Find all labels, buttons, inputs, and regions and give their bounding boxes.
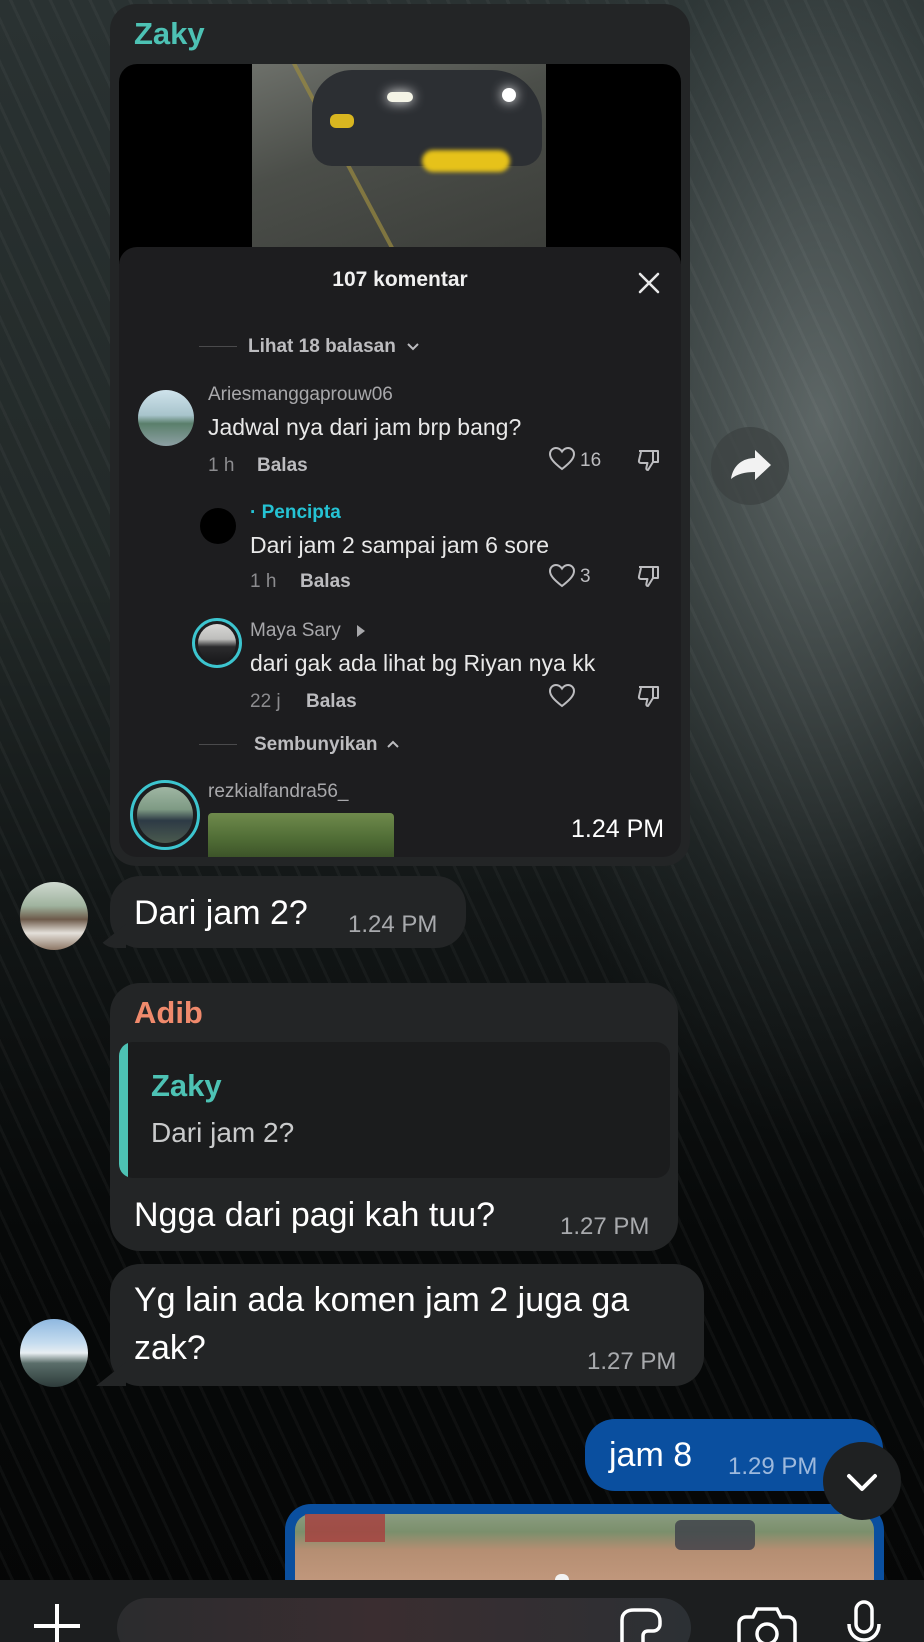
creator-label: · Pencipta (250, 502, 341, 523)
heart-icon[interactable] (548, 683, 576, 713)
quoted-sender: Zaky (151, 1068, 222, 1103)
sender-avatar[interactable] (20, 882, 88, 950)
chevron-down-icon (405, 338, 421, 359)
reply-button[interactable]: Balas (300, 571, 351, 593)
play-triangle-icon (356, 624, 366, 643)
commenter-avatar[interactable] (198, 624, 236, 662)
comment-image[interactable] (208, 813, 394, 857)
microphone-icon[interactable] (844, 1600, 884, 1642)
message-time: 1.27 PM (560, 1213, 650, 1240)
like-count: 3 (580, 566, 591, 587)
reply-button[interactable]: Balas (306, 691, 357, 713)
hide-replies-link[interactable]: Sembunyikan (254, 734, 378, 756)
heart-icon[interactable] (548, 446, 576, 476)
sender-name: Adib (134, 995, 203, 1030)
close-icon[interactable] (636, 270, 662, 296)
video-thumbnail (252, 64, 546, 264)
quoted-text: Dari jam 2? (151, 1117, 295, 1148)
heart-icon[interactable] (548, 563, 576, 593)
share-arrow-icon[interactable] (711, 427, 789, 505)
plus-icon[interactable] (30, 1604, 84, 1642)
video-preview[interactable] (119, 64, 681, 264)
quote-bar (119, 1042, 128, 1178)
comment-text: Jadwal nya dari jam brp bang? (208, 414, 522, 440)
chevron-down-icon[interactable] (823, 1442, 901, 1520)
camera-icon[interactable] (737, 1604, 797, 1642)
message-time: 1.24 PM (348, 911, 438, 938)
comment-username[interactable]: Ariesmanggaprouw06 (208, 384, 393, 406)
message-time: 1.24 PM (571, 815, 665, 843)
comment-username[interactable]: rezkialfandra56_ (208, 781, 348, 803)
comment-username[interactable]: Maya Sary (250, 620, 341, 642)
comment-age: 1 h (250, 571, 277, 592)
commenter-avatar[interactable] (138, 390, 194, 446)
chevron-up-icon (385, 736, 401, 757)
divider (199, 744, 237, 745)
message-text: Dari jam 2? (134, 894, 308, 932)
message-text-line: Yg lain ada komen jam 2 juga ga (134, 1281, 630, 1319)
comment-age: 22 j (250, 691, 281, 712)
comments-title: 107 komentar (332, 268, 468, 291)
like-count: 16 (580, 450, 602, 471)
message-text: jam 8 (609, 1436, 693, 1474)
message-text: Ngga dari pagi kah tuu? (134, 1196, 496, 1234)
reply-button[interactable]: Balas (257, 455, 308, 477)
dislike-icon[interactable] (636, 683, 662, 714)
message-time: 1.29 PM (728, 1453, 818, 1480)
comment-text: dari gak ada lihat bg Riyan nya kk (250, 650, 596, 676)
message-text-line: zak? (134, 1329, 206, 1367)
sticker-icon[interactable] (618, 1608, 664, 1642)
message-time: 1.27 PM (587, 1348, 677, 1375)
commenter-avatar[interactable] (137, 787, 193, 843)
view-replies-link[interactable]: Lihat 18 balasan (248, 336, 396, 358)
quoted-message[interactable] (119, 1042, 670, 1178)
comment-age: 1 h (208, 455, 235, 476)
dislike-icon[interactable] (636, 447, 662, 478)
dislike-icon[interactable] (636, 563, 662, 594)
sender-avatar[interactable] (20, 1319, 88, 1387)
creator-avatar[interactable] (200, 508, 236, 544)
message-input[interactable] (117, 1598, 691, 1642)
divider (199, 346, 237, 347)
sender-name: Zaky (134, 16, 205, 51)
comment-text: Dari jam 2 sampai jam 6 sore (250, 532, 550, 558)
